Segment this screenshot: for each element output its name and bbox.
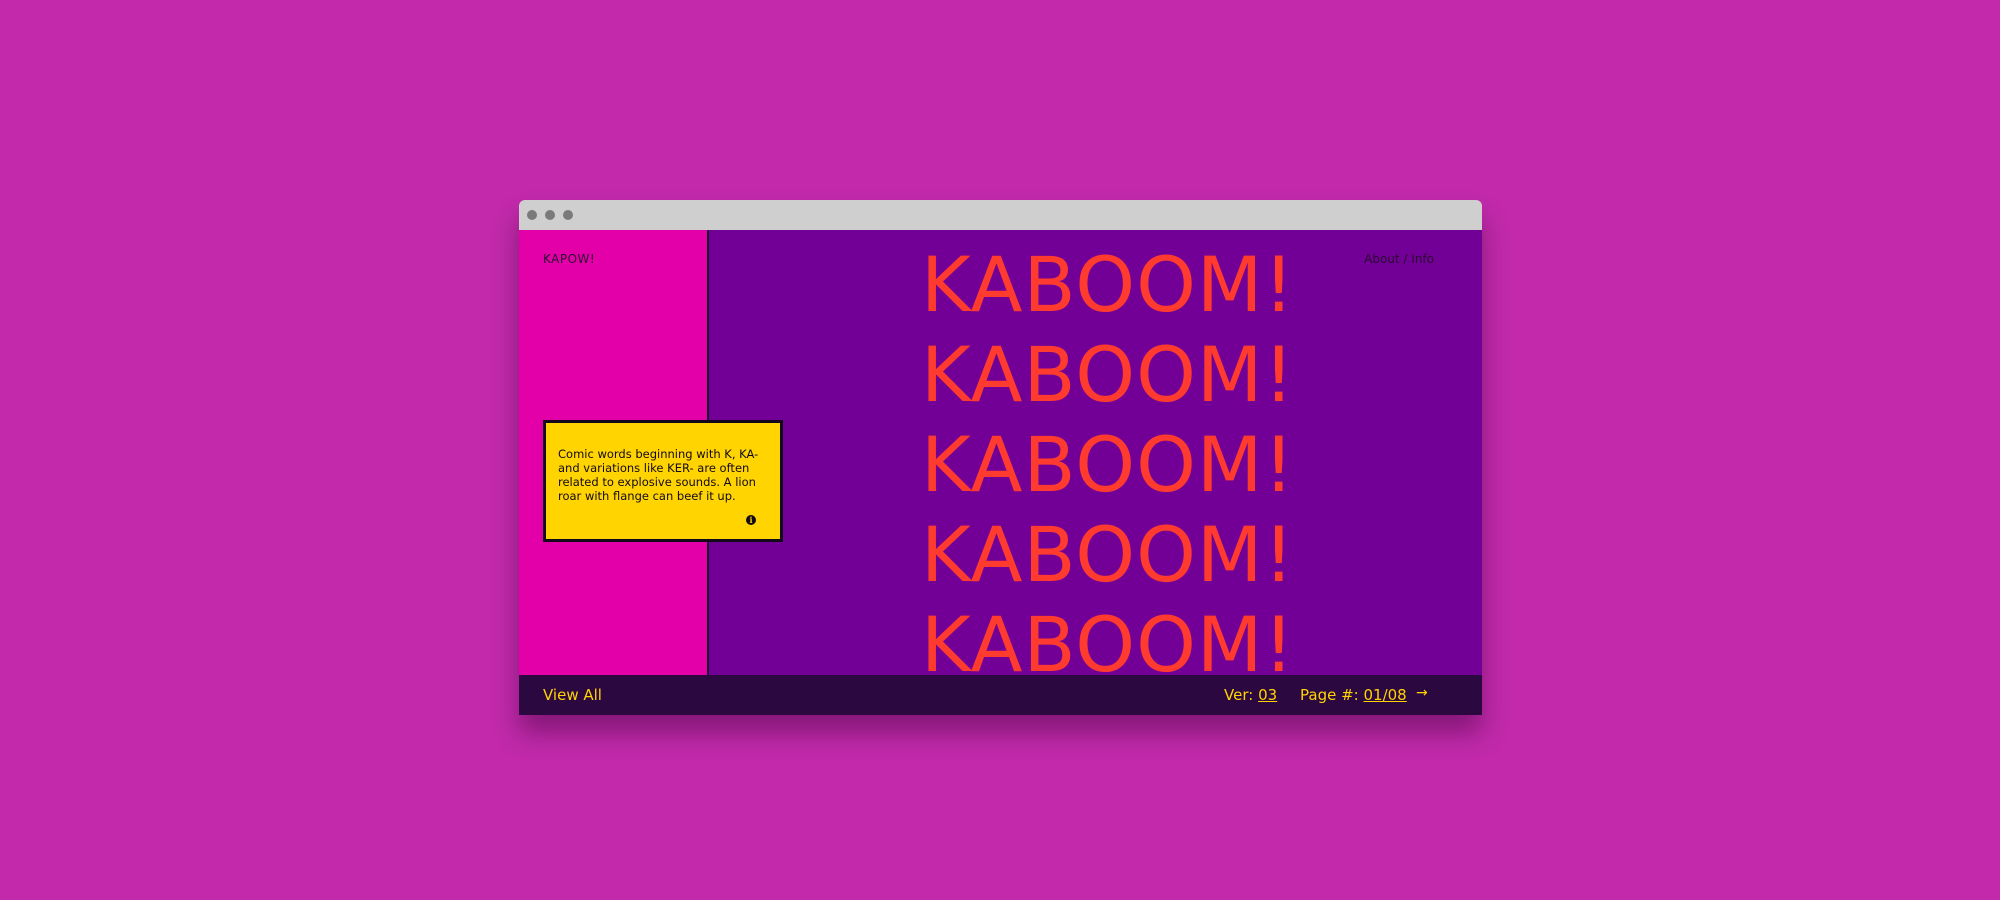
info-icon[interactable]: i [746, 515, 756, 525]
hero-word: KABOOM! [921, 240, 1295, 329]
next-arrow-icon[interactable]: → [1416, 685, 1428, 701]
footer-bar: View All Ver: 03 Page #: 01/08 → [519, 675, 1482, 715]
info-card-text: Comic words beginning with K, KA- and va… [558, 447, 759, 503]
info-card: Comic words beginning with K, KA- and va… [543, 420, 783, 542]
browser-window: KAPOW! About / Info KABOOM! KABOOM! KABO… [519, 200, 1482, 715]
hero-word: KABOOM! [921, 510, 1295, 599]
window-close-dot[interactable] [527, 210, 537, 220]
window-titlebar [519, 200, 1482, 230]
version-label: Ver: [1224, 686, 1254, 704]
version-value-link[interactable]: 03 [1258, 686, 1277, 704]
page-viewport: KAPOW! About / Info KABOOM! KABOOM! KABO… [519, 230, 1482, 715]
hero-word: KABOOM! [921, 420, 1295, 509]
view-all-link[interactable]: View All [543, 686, 602, 704]
page-indicator: Page #: 01/08 [1300, 686, 1407, 704]
window-maximize-dot[interactable] [563, 210, 573, 220]
hero-word-stack: KABOOM! KABOOM! KABOOM! KABOOM! KABOOM! [921, 240, 1321, 690]
version-indicator: Ver: 03 [1224, 686, 1277, 704]
window-minimize-dot[interactable] [545, 210, 555, 220]
hero-word: KABOOM! [921, 330, 1295, 419]
about-info-link[interactable]: About / Info [1364, 252, 1434, 266]
brand-logo[interactable]: KAPOW! [543, 252, 595, 266]
page-label: Page #: [1300, 686, 1359, 704]
page-value-link[interactable]: 01/08 [1364, 686, 1407, 704]
